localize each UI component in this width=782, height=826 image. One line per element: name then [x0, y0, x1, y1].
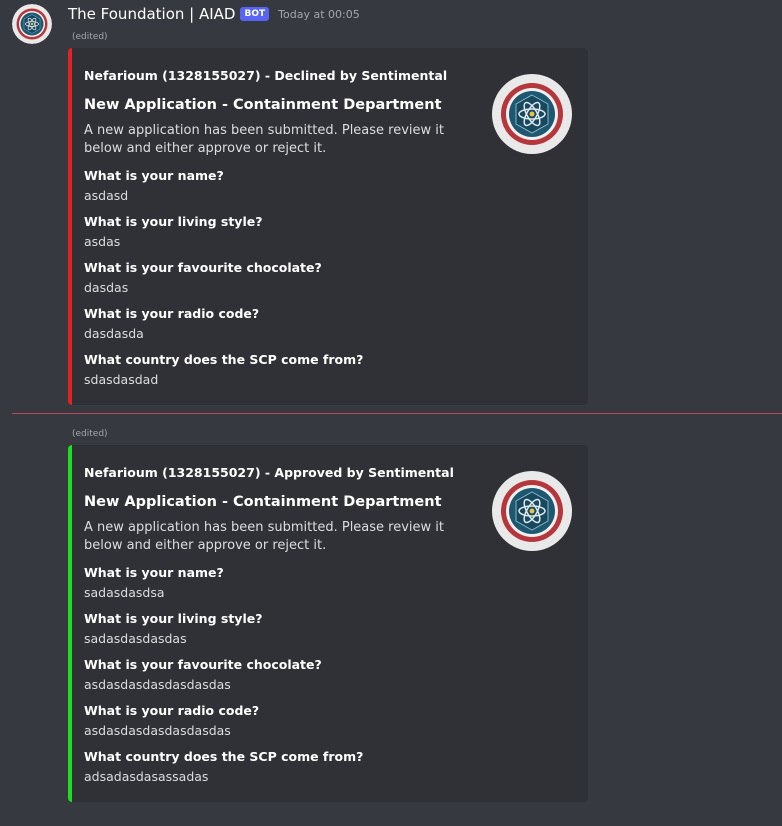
- field-name: What is your living style?: [84, 214, 263, 229]
- field-name: What is your favourite chocolate?: [84, 260, 322, 275]
- embed-field: What is your radio code? dasdasda: [84, 306, 572, 342]
- embed-declined: Nefarioum (1328155027) - Declined by Sen…: [68, 48, 588, 405]
- edited-label: (edited): [72, 429, 108, 439]
- foundation-seal-icon: [492, 74, 572, 154]
- foundation-seal-icon: [12, 4, 52, 44]
- field-name: What is your radio code?: [84, 306, 260, 321]
- field-value: sdasdasdad: [84, 372, 159, 387]
- embed-field: What is your radio code? asdasdasdasdasd…: [84, 703, 572, 739]
- message-header: The Foundation | AIAD BOT Today at 00:05: [68, 4, 360, 24]
- field-value: sadasdasdsa: [84, 585, 165, 600]
- field-value: adsadasdasassadas: [84, 769, 209, 784]
- embed-field: What is your name? asdasd: [84, 168, 572, 204]
- embed-field: What is your favourite chocolate? dasdas: [84, 260, 572, 296]
- field-name: What is your name?: [84, 168, 224, 183]
- embed-thumbnail[interactable]: [492, 74, 572, 154]
- embed-field: What is your living style? sadasdasdasda…: [84, 611, 572, 647]
- field-name: What is your living style?: [84, 611, 263, 626]
- embed-description: A new application has been submitted. Pl…: [84, 123, 445, 156]
- field-value: dasdasda: [84, 326, 144, 341]
- field-name: What is your favourite chocolate?: [84, 657, 322, 672]
- field-value: asdasdasdasdasdasdas: [84, 723, 231, 738]
- new-messages-divider: [12, 413, 782, 414]
- field-value: sadasdasdasdas: [84, 631, 187, 646]
- field-name: What country does the SCP come from?: [84, 749, 364, 764]
- embed-description: A new application has been submitted. Pl…: [84, 520, 445, 553]
- embed-field: What country does the SCP come from? ads…: [84, 749, 572, 785]
- field-name: What is your radio code?: [84, 703, 260, 718]
- field-name: What country does the SCP come from?: [84, 352, 364, 367]
- field-value: asdasdasdasdasdasdas: [84, 677, 231, 692]
- message-timestamp[interactable]: Today at 00:05: [278, 8, 360, 21]
- edited-label: (edited): [72, 32, 108, 42]
- bot-username[interactable]: The Foundation | AIAD: [68, 5, 235, 23]
- embed-approved: Nefarioum (1328155027) - Approved by Sen…: [68, 445, 588, 802]
- embed-thumbnail[interactable]: [492, 471, 572, 551]
- embed-field: What is your name? sadasdasdsa: [84, 565, 572, 601]
- embed-field: What is your favourite chocolate? asdasd…: [84, 657, 572, 693]
- foundation-seal-icon: [492, 471, 572, 551]
- field-value: asdasd: [84, 188, 129, 203]
- field-value: dasdas: [84, 280, 129, 295]
- bot-avatar[interactable]: [12, 4, 52, 44]
- field-name: What is your name?: [84, 565, 224, 580]
- embed-field: What is your living style? asdas: [84, 214, 572, 250]
- field-value: asdas: [84, 234, 121, 249]
- embed-field: What country does the SCP come from? sda…: [84, 352, 572, 388]
- bot-badge: BOT: [240, 7, 270, 21]
